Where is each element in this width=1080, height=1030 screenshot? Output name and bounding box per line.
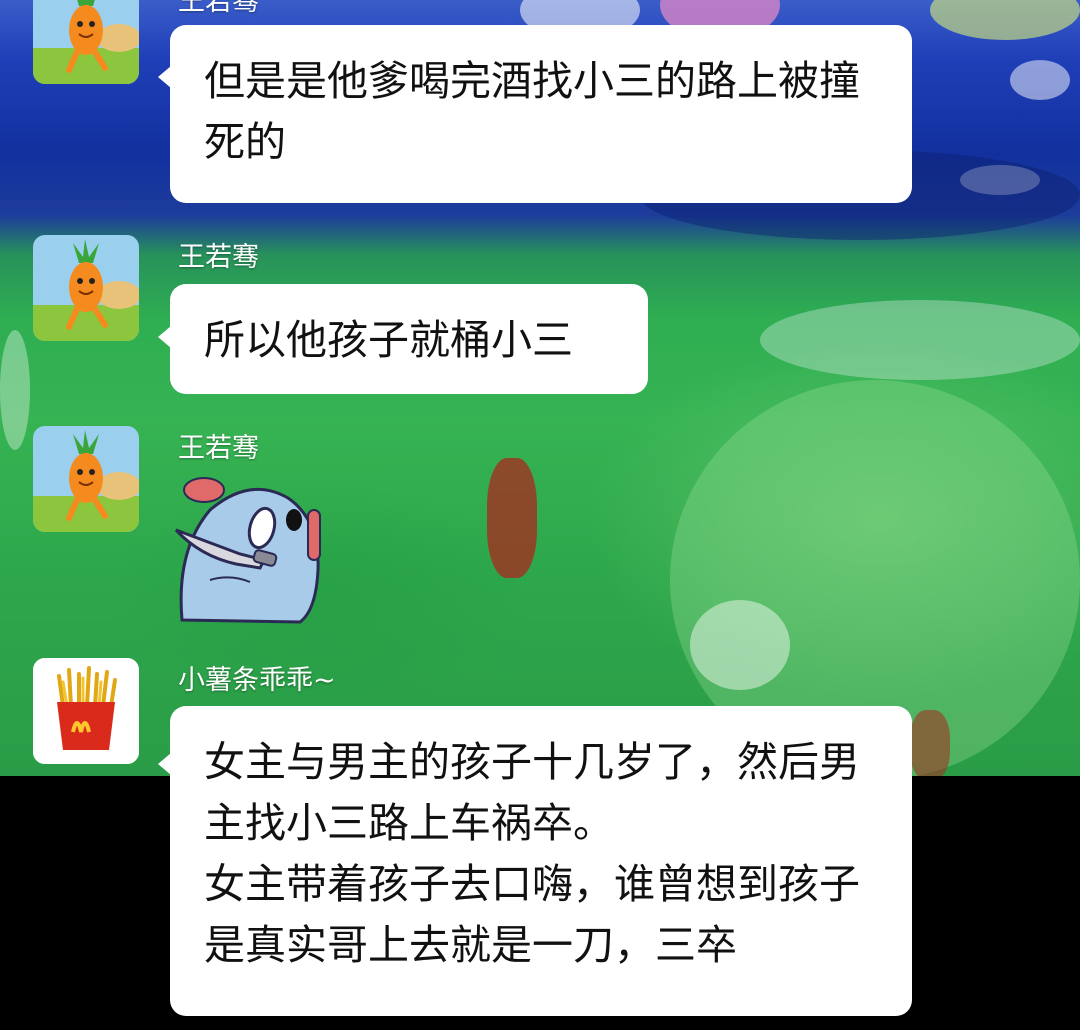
sender-avatar[interactable] [33,0,139,84]
sender-avatar[interactable] [33,426,139,532]
carrot-avatar-icon [33,235,139,341]
mcdonalds-fries-avatar-icon [33,658,139,764]
carrot-avatar-icon [33,426,139,532]
message-bubble[interactable]: 所以他孩子就桶小三 [170,284,648,394]
sender-name: 王若骞 [178,242,259,273]
sender-name: 王若骞 [178,0,259,17]
sender-avatar[interactable] [33,658,139,764]
sender-avatar[interactable] [33,235,139,341]
carrot-avatar-icon [33,0,139,84]
message-bubble[interactable]: 但是是他爹喝完酒找小三的路上被撞死的 [170,25,912,203]
sender-name: 小薯条乖乖~ [178,665,336,696]
message-bubble[interactable]: 女主与男主的孩子十几岁了，然后男主找小三路上车祸卒。 女主带着孩子去口嗨，谁曾想… [170,706,912,1016]
sender-name: 王若骞 [178,433,259,464]
sticker-message[interactable] [170,470,330,628]
blue-bird-knife-sticker-icon [174,477,321,624]
